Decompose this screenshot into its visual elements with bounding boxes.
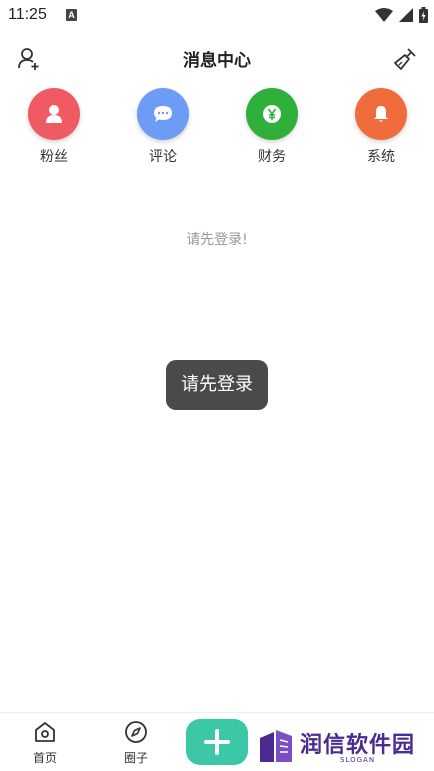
category-finance[interactable]: 财务 (237, 88, 307, 166)
status-time: 11:25 (8, 6, 47, 23)
system-circle (355, 88, 407, 140)
watermark-text: 润信软件园 (300, 733, 416, 758)
category-label: 财务 (258, 149, 286, 165)
tab-circle[interactable]: 圈子 (106, 719, 166, 766)
yen-coin-icon (263, 105, 281, 123)
signal-icon (399, 8, 413, 22)
status-icons (375, 6, 428, 24)
login-required-message: 请先登录! (186, 232, 248, 248)
category-fans[interactable]: 粉丝 (19, 88, 89, 166)
home-icon (32, 719, 58, 745)
category-comments[interactable]: 评论 (128, 88, 198, 166)
tab-home-label: 首页 (32, 751, 57, 765)
notification-a-icon: A (66, 9, 77, 21)
watermark-slogan: SLOGAN (340, 756, 376, 764)
watermark: 润信软件园 SLOGAN (248, 718, 434, 771)
tab-circle-label: 圈子 (123, 751, 148, 765)
person-icon (46, 105, 62, 123)
wifi-icon (375, 8, 393, 22)
clear-messages-button[interactable] (392, 46, 418, 72)
toast-message: 请先登录 (166, 360, 268, 410)
battery-icon (419, 7, 428, 23)
compass-icon (123, 719, 149, 745)
page-title: 消息中心 (183, 51, 251, 71)
comments-circle (137, 88, 189, 140)
status-bar: 11:25 A (0, 0, 434, 30)
finance-circle (246, 88, 298, 140)
bell-icon (374, 106, 388, 122)
category-label: 系统 (367, 149, 395, 165)
category-label: 评论 (149, 149, 177, 165)
broom-clear-icon (394, 48, 416, 70)
category-label: 粉丝 (40, 149, 68, 165)
watermark-logo-icon (260, 730, 292, 762)
chat-bubble-icon (154, 106, 172, 122)
plus-icon (204, 729, 230, 755)
fans-circle (28, 88, 80, 140)
add-post-button[interactable] (186, 719, 248, 765)
category-system[interactable]: 系统 (346, 88, 416, 166)
message-categories: 粉丝 评论 财务 系统 (0, 88, 434, 168)
tab-home[interactable]: 首页 (15, 719, 75, 766)
header: 消息中心 (0, 40, 434, 76)
